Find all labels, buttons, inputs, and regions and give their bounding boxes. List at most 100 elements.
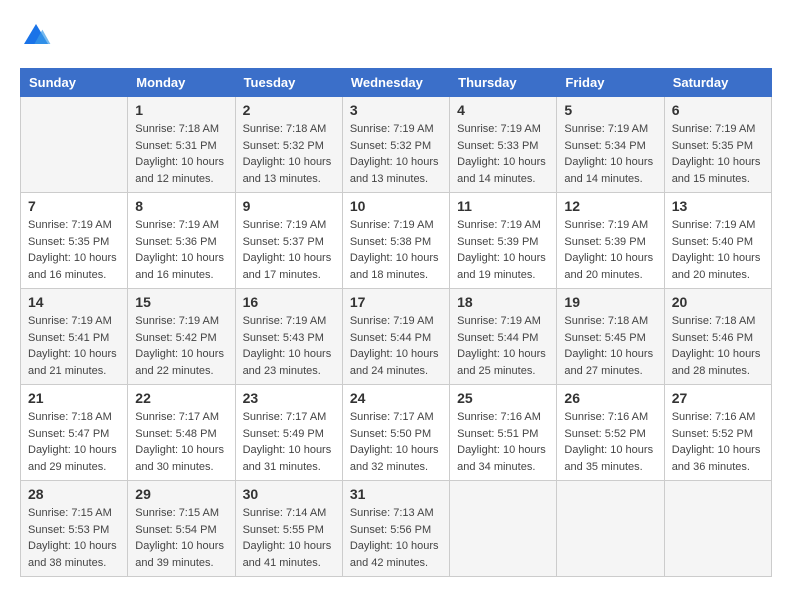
logo-icon [20, 20, 52, 52]
day-cell: 17 Sunrise: 7:19 AMSunset: 5:44 PMDayligh… [342, 289, 449, 385]
day-cell: 26 Sunrise: 7:16 AMSunset: 5:52 PMDayligh… [557, 385, 664, 481]
week-row-4: 21 Sunrise: 7:18 AMSunset: 5:47 PMDayligh… [21, 385, 772, 481]
day-cell: 12 Sunrise: 7:19 AMSunset: 5:39 PMDayligh… [557, 193, 664, 289]
day-cell: 14 Sunrise: 7:19 AMSunset: 5:41 PMDayligh… [21, 289, 128, 385]
logo [20, 20, 56, 52]
day-number: 15 [135, 294, 227, 310]
calendar-table: SundayMondayTuesdayWednesdayThursdayFrid… [20, 68, 772, 577]
day-info: Sunrise: 7:13 AMSunset: 5:56 PMDaylight:… [350, 505, 442, 571]
day-info: Sunrise: 7:18 AMSunset: 5:46 PMDaylight:… [672, 313, 764, 379]
day-number: 5 [564, 102, 656, 118]
day-cell: 2Sunrise: 7:18 AMSunset: 5:32 PMDaylight… [235, 97, 342, 193]
day-number: 6 [672, 102, 764, 118]
day-info: Sunrise: 7:19 AMSunset: 5:32 PMDaylight:… [350, 121, 442, 187]
day-cell: 29Sunrise: 7:15 AMSunset: 5:54 PMDayligh… [128, 481, 235, 577]
day-number: 19 [564, 294, 656, 310]
day-cell: 23 Sunrise: 7:17 AMSunset: 5:49 PMDayligh… [235, 385, 342, 481]
day-number: 24 [350, 390, 442, 406]
day-cell [21, 97, 128, 193]
day-info: Sunrise: 7:19 AMSunset: 5:35 PMDaylight:… [28, 217, 120, 283]
page-header [20, 20, 772, 52]
day-cell: 22Sunrise: 7:17 AMSunset: 5:48 PMDayligh… [128, 385, 235, 481]
day-number: 30 [243, 486, 335, 502]
day-cell: 20 Sunrise: 7:18 AMSunset: 5:46 PMDayligh… [664, 289, 771, 385]
day-cell [450, 481, 557, 577]
day-info: Sunrise: 7:17 AMSunset: 5:50 PMDaylight:… [350, 409, 442, 475]
day-info: Sunrise: 7:19 AMSunset: 5:41 PMDaylight:… [28, 313, 120, 379]
day-info: Sunrise: 7:19 AMSunset: 5:36 PMDaylight:… [135, 217, 227, 283]
day-number: 27 [672, 390, 764, 406]
day-number: 23 [243, 390, 335, 406]
day-info: Sunrise: 7:19 AMSunset: 5:43 PMDaylight:… [243, 313, 335, 379]
day-cell: 1Sunrise: 7:18 AMSunset: 5:31 PMDaylight… [128, 97, 235, 193]
day-number: 21 [28, 390, 120, 406]
day-info: Sunrise: 7:19 AMSunset: 5:33 PMDaylight:… [457, 121, 549, 187]
day-cell: 8 Sunrise: 7:19 AMSunset: 5:36 PMDaylight… [128, 193, 235, 289]
day-info: Sunrise: 7:18 AMSunset: 5:31 PMDaylight:… [135, 121, 227, 187]
day-cell: 13Sunrise: 7:19 AMSunset: 5:40 PMDayligh… [664, 193, 771, 289]
day-cell: 5 Sunrise: 7:19 AMSunset: 5:34 PMDaylight… [557, 97, 664, 193]
week-row-2: 7 Sunrise: 7:19 AMSunset: 5:35 PMDaylight… [21, 193, 772, 289]
day-cell: 25 Sunrise: 7:16 AMSunset: 5:51 PMDayligh… [450, 385, 557, 481]
day-number: 25 [457, 390, 549, 406]
day-cell: 31Sunrise: 7:13 AMSunset: 5:56 PMDayligh… [342, 481, 449, 577]
day-info: Sunrise: 7:19 AMSunset: 5:44 PMDaylight:… [457, 313, 549, 379]
header-cell-friday: Friday [557, 69, 664, 97]
header-cell-wednesday: Wednesday [342, 69, 449, 97]
day-cell: 7 Sunrise: 7:19 AMSunset: 5:35 PMDaylight… [21, 193, 128, 289]
week-row-1: 1Sunrise: 7:18 AMSunset: 5:31 PMDaylight… [21, 97, 772, 193]
day-cell: 3Sunrise: 7:19 AMSunset: 5:32 PMDaylight… [342, 97, 449, 193]
day-info: Sunrise: 7:19 AMSunset: 5:42 PMDaylight:… [135, 313, 227, 379]
day-number: 8 [135, 198, 227, 214]
day-cell: 18 Sunrise: 7:19 AMSunset: 5:44 PMDayligh… [450, 289, 557, 385]
day-info: Sunrise: 7:19 AMSunset: 5:34 PMDaylight:… [564, 121, 656, 187]
week-row-3: 14 Sunrise: 7:19 AMSunset: 5:41 PMDayligh… [21, 289, 772, 385]
day-info: Sunrise: 7:19 AMSunset: 5:40 PMDaylight:… [672, 217, 764, 283]
day-number: 10 [350, 198, 442, 214]
day-cell: 21 Sunrise: 7:18 AMSunset: 5:47 PMDayligh… [21, 385, 128, 481]
day-cell [664, 481, 771, 577]
day-cell: 16Sunrise: 7:19 AMSunset: 5:43 PMDayligh… [235, 289, 342, 385]
day-number: 14 [28, 294, 120, 310]
day-info: Sunrise: 7:17 AMSunset: 5:49 PMDaylight:… [243, 409, 335, 475]
header-row: SundayMondayTuesdayWednesdayThursdayFrid… [21, 69, 772, 97]
day-info: Sunrise: 7:18 AMSunset: 5:47 PMDaylight:… [28, 409, 120, 475]
day-info: Sunrise: 7:19 AMSunset: 5:37 PMDaylight:… [243, 217, 335, 283]
day-number: 7 [28, 198, 120, 214]
day-number: 11 [457, 198, 549, 214]
day-cell: 9 Sunrise: 7:19 AMSunset: 5:37 PMDaylight… [235, 193, 342, 289]
day-info: Sunrise: 7:19 AMSunset: 5:38 PMDaylight:… [350, 217, 442, 283]
day-number: 4 [457, 102, 549, 118]
day-cell: 24 Sunrise: 7:17 AMSunset: 5:50 PMDayligh… [342, 385, 449, 481]
calendar-header: SundayMondayTuesdayWednesdayThursdayFrid… [21, 69, 772, 97]
day-info: Sunrise: 7:19 AMSunset: 5:35 PMDaylight:… [672, 121, 764, 187]
day-info: Sunrise: 7:17 AMSunset: 5:48 PMDaylight:… [135, 409, 227, 475]
day-cell: 4 Sunrise: 7:19 AMSunset: 5:33 PMDaylight… [450, 97, 557, 193]
header-cell-monday: Monday [128, 69, 235, 97]
day-info: Sunrise: 7:18 AMSunset: 5:45 PMDaylight:… [564, 313, 656, 379]
day-number: 12 [564, 198, 656, 214]
header-cell-tuesday: Tuesday [235, 69, 342, 97]
day-cell: 27 Sunrise: 7:16 AMSunset: 5:52 PMDayligh… [664, 385, 771, 481]
header-cell-sunday: Sunday [21, 69, 128, 97]
day-number: 17 [350, 294, 442, 310]
day-info: Sunrise: 7:19 AMSunset: 5:39 PMDaylight:… [457, 217, 549, 283]
day-cell: 10 Sunrise: 7:19 AMSunset: 5:38 PMDayligh… [342, 193, 449, 289]
day-info: Sunrise: 7:18 AMSunset: 5:32 PMDaylight:… [243, 121, 335, 187]
day-info: Sunrise: 7:16 AMSunset: 5:52 PMDaylight:… [564, 409, 656, 475]
day-number: 9 [243, 198, 335, 214]
day-info: Sunrise: 7:16 AMSunset: 5:51 PMDaylight:… [457, 409, 549, 475]
day-info: Sunrise: 7:19 AMSunset: 5:39 PMDaylight:… [564, 217, 656, 283]
day-number: 18 [457, 294, 549, 310]
day-info: Sunrise: 7:16 AMSunset: 5:52 PMDaylight:… [672, 409, 764, 475]
day-number: 26 [564, 390, 656, 406]
day-cell: 19 Sunrise: 7:18 AMSunset: 5:45 PMDayligh… [557, 289, 664, 385]
header-cell-thursday: Thursday [450, 69, 557, 97]
header-cell-saturday: Saturday [664, 69, 771, 97]
calendar-body: 1Sunrise: 7:18 AMSunset: 5:31 PMDaylight… [21, 97, 772, 577]
day-number: 20 [672, 294, 764, 310]
day-info: Sunrise: 7:14 AMSunset: 5:55 PMDaylight:… [243, 505, 335, 571]
day-info: Sunrise: 7:15 AMSunset: 5:53 PMDaylight:… [28, 505, 120, 571]
day-info: Sunrise: 7:19 AMSunset: 5:44 PMDaylight:… [350, 313, 442, 379]
day-cell: 11 Sunrise: 7:19 AMSunset: 5:39 PMDayligh… [450, 193, 557, 289]
